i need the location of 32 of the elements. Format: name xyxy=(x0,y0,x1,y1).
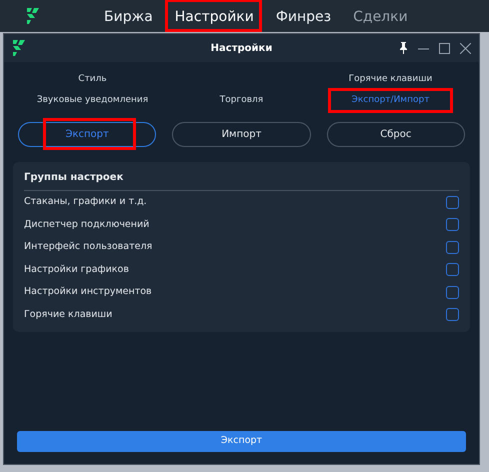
checkbox[interactable] xyxy=(446,308,459,322)
group-label: Настройки графиков xyxy=(24,262,129,277)
maximize-icon[interactable] xyxy=(439,42,450,54)
card-title: Группы настроек xyxy=(24,162,459,191)
nav-tab[interactable]: Сделки xyxy=(353,7,408,28)
group-label: Диспетчер подключений xyxy=(24,218,150,232)
checkbox[interactable] xyxy=(446,196,459,209)
checkbox[interactable] xyxy=(446,218,459,232)
close-icon[interactable] xyxy=(460,42,471,54)
group-label: Интерфейс пользователя xyxy=(24,240,152,254)
settings-tab[interactable]: Торговля xyxy=(216,94,268,107)
settings-tab[interactable]: Экспорт/Импорт xyxy=(348,94,434,107)
mode-button[interactable]: Экспорт xyxy=(18,122,156,147)
logo-icon xyxy=(26,7,40,25)
settings-tab[interactable]: Горячие клавиши xyxy=(344,73,436,86)
settings-tab[interactable]: Стиль xyxy=(74,73,111,86)
export-button[interactable]: Экспорт xyxy=(17,431,466,452)
mode-button[interactable]: Импорт xyxy=(172,122,311,147)
window-title: Настройки xyxy=(210,42,272,56)
group-label: Горячие клавиши xyxy=(24,308,112,322)
pin-icon[interactable] xyxy=(399,42,408,54)
group-label: Настройки инструментов xyxy=(24,285,152,300)
settings-tab[interactable]: Звуковые уведомления xyxy=(32,94,152,107)
checkbox[interactable] xyxy=(446,286,459,299)
group-label: Стаканы, графики и т.д. xyxy=(24,195,147,210)
nav-tab[interactable]: Финрез xyxy=(276,7,332,28)
checkbox[interactable] xyxy=(446,263,459,276)
checkbox[interactable] xyxy=(446,240,459,254)
nav-tab[interactable]: Настройки xyxy=(174,7,254,28)
mode-button[interactable]: Сброс xyxy=(326,122,465,147)
logo-icon xyxy=(12,39,26,57)
nav-tab[interactable]: Биржа xyxy=(104,7,153,28)
